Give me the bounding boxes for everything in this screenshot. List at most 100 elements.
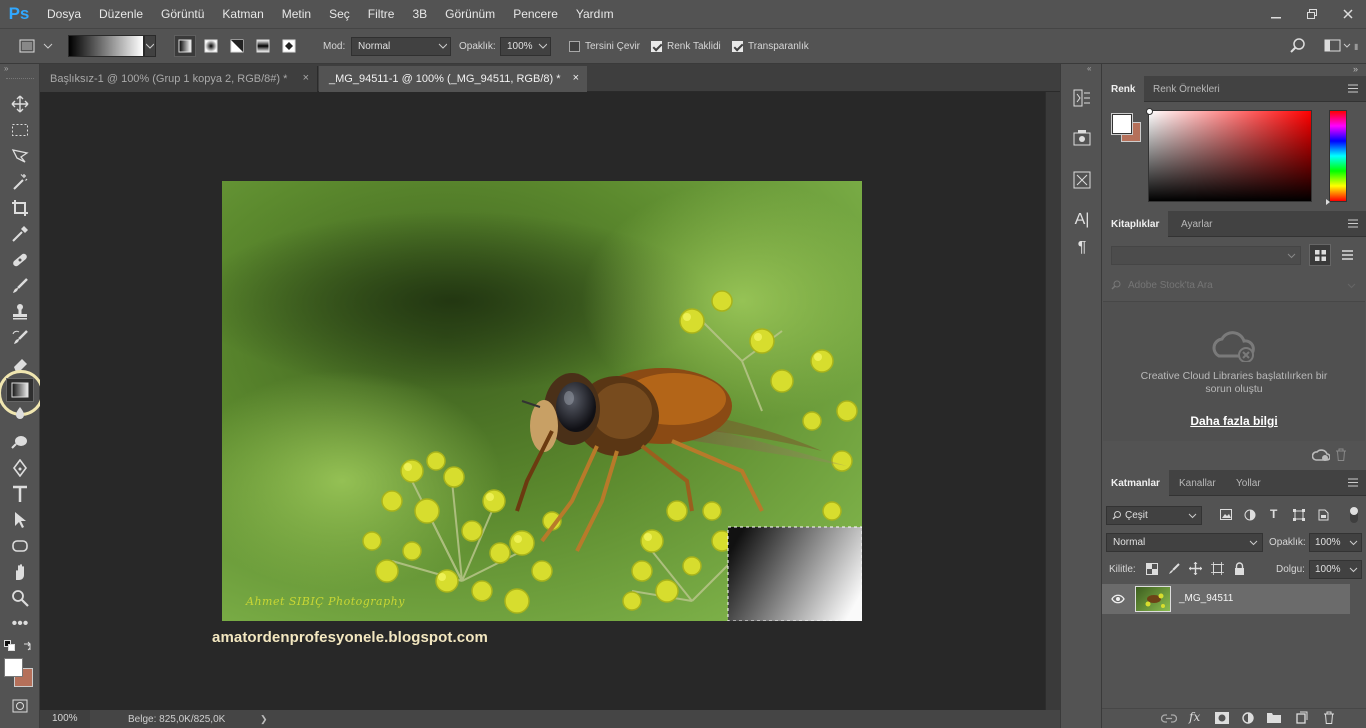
reverse-checkbox[interactable]: Tersini Çevir — [569, 29, 640, 63]
menu-edit[interactable]: Düzenle — [90, 0, 152, 28]
grid-view-button[interactable] — [1309, 244, 1331, 266]
quickmask-button[interactable] — [6, 694, 34, 718]
zoom-field[interactable]: 100% — [40, 710, 90, 728]
move-tool[interactable] — [6, 92, 34, 116]
collapse-arrows-icon[interactable]: » — [1353, 64, 1358, 74]
magic-wand-tool[interactable] — [6, 170, 34, 194]
tab-adjustments[interactable]: Ayarlar — [1172, 211, 1222, 237]
tab-layers[interactable]: Katmanlar — [1102, 470, 1169, 496]
restore-button[interactable] — [1294, 0, 1330, 28]
cc-sync-button[interactable] — [1312, 448, 1330, 462]
dither-checkbox[interactable]: Renk Taklidi — [651, 29, 721, 63]
zoom-tool[interactable] — [6, 586, 34, 610]
layer-opacity-input[interactable]: 100% — [1309, 533, 1362, 552]
transparency-check-icon[interactable] — [732, 40, 743, 52]
history-panel-button[interactable] — [1067, 84, 1097, 112]
menu-layer[interactable]: Katman — [213, 0, 272, 28]
link-layers-icon[interactable] — [1161, 714, 1177, 723]
vertical-scrollbar[interactable] — [1045, 92, 1060, 710]
blend-mode-select[interactable]: Normal — [1106, 533, 1263, 552]
workspace-button[interactable] — [1324, 29, 1352, 63]
new-adjustment-icon[interactable] — [1242, 712, 1254, 724]
filter-type-button[interactable]: T — [1270, 507, 1277, 521]
document-image[interactable]: Ahmet SIBIÇ Photography — [222, 181, 862, 621]
pen-tool[interactable] — [6, 456, 34, 480]
reflected-gradient-button[interactable] — [252, 35, 274, 57]
collapse-arrows-icon[interactable]: » — [4, 64, 8, 73]
color-field[interactable] — [1146, 108, 1312, 202]
tool-preset-picker[interactable] — [18, 29, 54, 63]
optbar-collapse-icon[interactable]: ▮ — [1354, 29, 1358, 63]
more-info-link[interactable]: Daha fazla bilgi — [1103, 414, 1365, 428]
lock-position-button[interactable] — [1189, 562, 1202, 575]
lock-pixels-button[interactable] — [1168, 563, 1180, 575]
hue-slider[interactable] — [1326, 110, 1347, 205]
stock-search[interactable] — [1102, 274, 1366, 298]
gradient-picker[interactable] — [68, 29, 156, 63]
new-layer-icon[interactable] — [1296, 711, 1308, 724]
hand-tool[interactable] — [6, 560, 34, 584]
menu-file[interactable]: Dosya — [38, 0, 90, 28]
menu-filter[interactable]: Filtre — [359, 0, 404, 28]
diamond-gradient-button[interactable] — [278, 35, 300, 57]
status-menu-arrow-icon[interactable]: ❯ — [260, 714, 268, 725]
fill-input[interactable]: 100% — [1309, 560, 1362, 579]
lock-all-button[interactable] — [1234, 562, 1245, 575]
color-picker-handle[interactable] — [1146, 108, 1153, 115]
menu-type[interactable]: Metin — [273, 0, 320, 28]
layer-row[interactable]: _MG_94511 — [1102, 584, 1350, 614]
lock-transparent-button[interactable] — [1146, 563, 1158, 575]
eyedropper-tool[interactable] — [6, 222, 34, 246]
default-colors-icon[interactable] — [4, 640, 16, 652]
properties-panel-button[interactable] — [1067, 124, 1097, 152]
foreground-color-swatch[interactable] — [4, 658, 23, 677]
search-button[interactable] — [1290, 29, 1306, 63]
tab-paths[interactable]: Yollar — [1227, 470, 1270, 496]
crop-tool[interactable] — [6, 196, 34, 220]
layer-name[interactable]: _MG_94511 — [1179, 593, 1233, 604]
brush-tool[interactable] — [6, 274, 34, 298]
chevron-down-icon[interactable] — [144, 35, 156, 57]
reverse-check-icon[interactable] — [569, 40, 580, 52]
character-panel-button[interactable]: A| — [1067, 206, 1097, 234]
delete-layer-icon[interactable] — [1323, 711, 1335, 724]
eye-icon[interactable] — [1111, 594, 1125, 604]
tab-mg94511[interactable]: _MG_94511-1 @ 100% (_MG_94511, RGB/8) * … — [319, 66, 587, 92]
blur-tool[interactable] — [6, 406, 34, 422]
tab-libraries[interactable]: Kitaplıklar — [1102, 211, 1169, 237]
linear-gradient-button[interactable] — [174, 35, 196, 57]
healing-tool[interactable] — [6, 248, 34, 272]
mode-select[interactable]: Normal — [351, 36, 451, 56]
menu-image[interactable]: Görüntü — [152, 0, 213, 28]
history-brush-tool[interactable] — [6, 326, 34, 350]
lasso-tool[interactable] — [6, 144, 34, 168]
filter-smart-object-button[interactable] — [1318, 509, 1329, 521]
type-tool[interactable] — [6, 482, 34, 506]
lock-artboard-button[interactable] — [1211, 562, 1224, 575]
swap-colors-icon[interactable] — [22, 640, 34, 652]
shape-tool[interactable] — [6, 534, 34, 558]
filter-adjustment-button[interactable] — [1244, 509, 1256, 521]
angle-gradient-button[interactable] — [226, 35, 248, 57]
dither-check-icon[interactable] — [651, 40, 662, 52]
tab-untitled[interactable]: Başlıksız-1 @ 100% (Grup 1 kopya 2, RGB/… — [40, 66, 318, 92]
filter-pixel-button[interactable] — [1220, 509, 1232, 520]
hue-slider-handle[interactable] — [1326, 199, 1331, 205]
library-select[interactable] — [1111, 246, 1301, 265]
gradient-preview[interactable] — [68, 35, 144, 57]
fx-button[interactable]: fx — [1189, 710, 1200, 724]
stamp-tool[interactable] — [6, 300, 34, 324]
paragraph-panel-button[interactable]: ¶ — [1067, 234, 1097, 262]
marquee-tool[interactable] — [6, 118, 34, 142]
add-mask-icon[interactable] — [1215, 712, 1229, 724]
close-window-button[interactable] — [1330, 0, 1366, 28]
menu-view[interactable]: Görünüm — [436, 0, 504, 28]
gradient-tool[interactable] — [6, 378, 34, 402]
menu-3d[interactable]: 3B — [403, 0, 436, 28]
color-panel-foreground-swatch[interactable] — [1111, 113, 1133, 135]
list-view-button[interactable] — [1336, 244, 1358, 266]
tab-swatches[interactable]: Renk Örnekleri — [1144, 76, 1229, 102]
stock-search-input[interactable] — [1128, 277, 1328, 294]
radial-gradient-button[interactable] — [200, 35, 222, 57]
photoshop-logo[interactable]: Ps — [0, 0, 38, 28]
